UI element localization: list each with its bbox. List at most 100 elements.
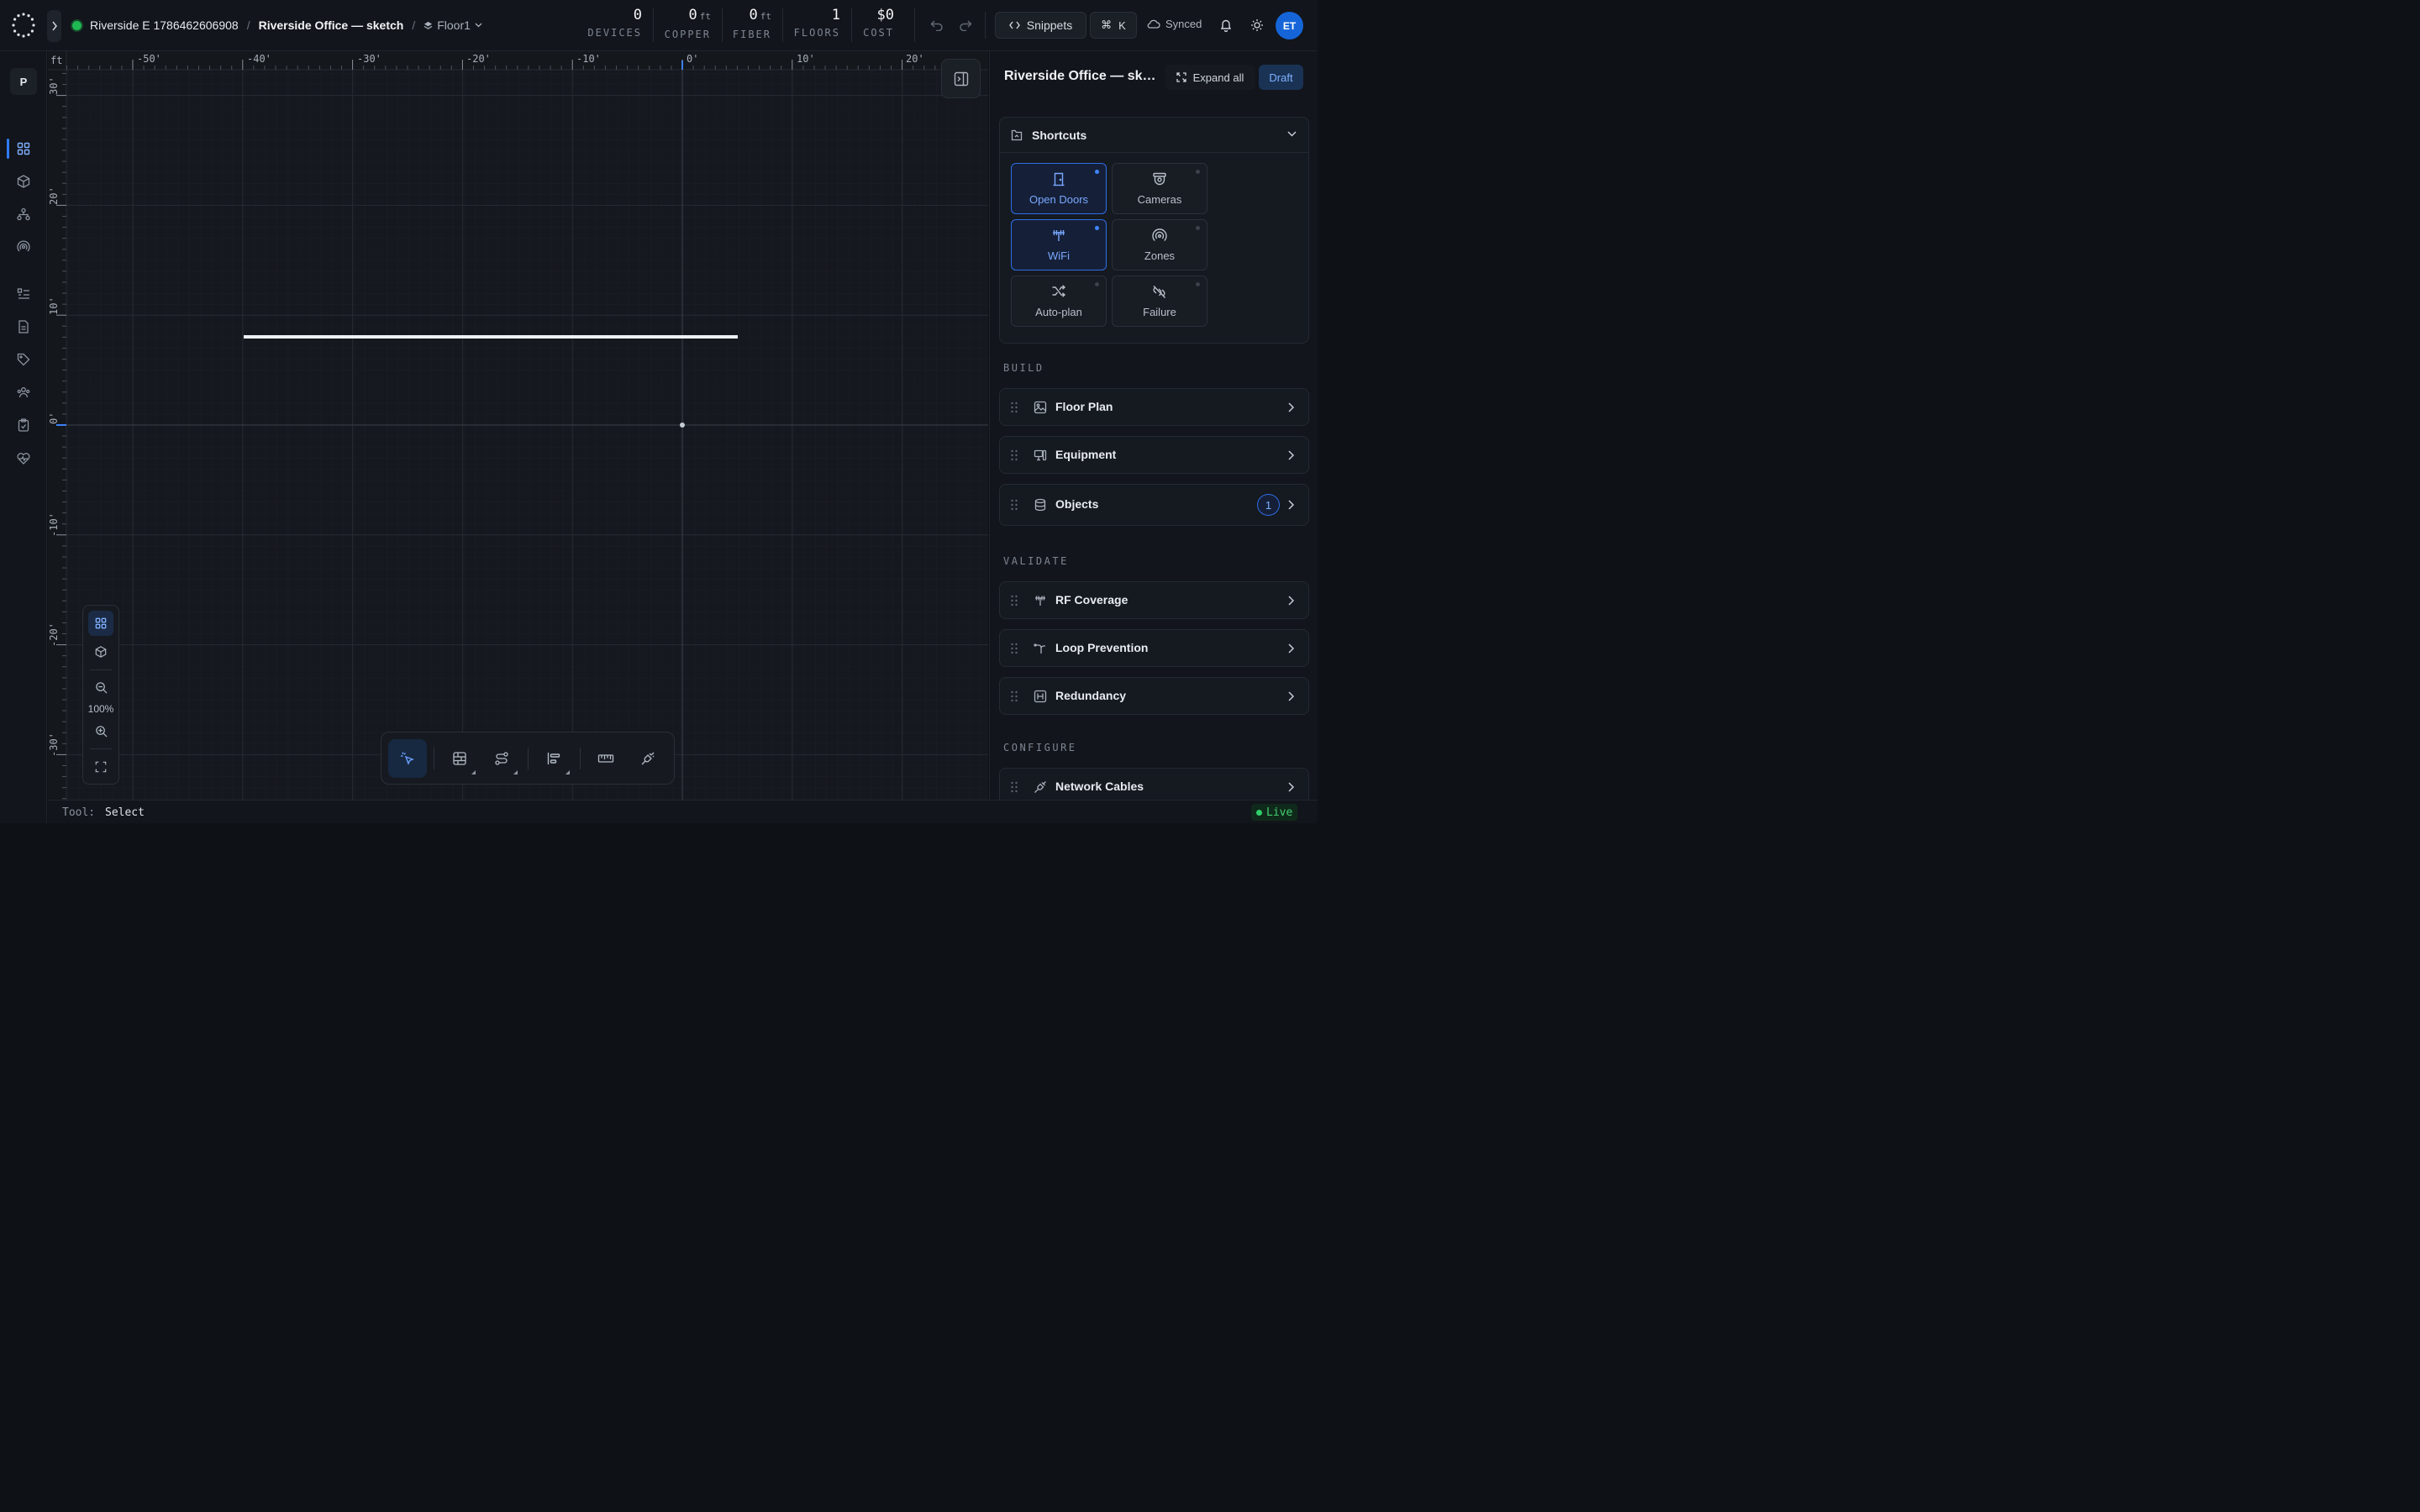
zoom-out-button[interactable] [88, 675, 113, 700]
draft-status-badge[interactable]: Draft [1259, 65, 1303, 90]
section-network-cables[interactable]: Network Cables [999, 768, 1309, 800]
x-tick-label: -30' [357, 53, 381, 65]
section-configure-label: CONFIGURE [1003, 742, 1077, 753]
workspace-badge[interactable]: P [10, 68, 37, 95]
zoom-level: 100% [87, 703, 114, 715]
floor-selector[interactable]: Floor1 [424, 18, 482, 32]
wall-tool-button[interactable] [440, 739, 479, 778]
stat-divider [653, 8, 654, 42]
align-tool-button[interactable] [534, 739, 573, 778]
rail-active-indicator [7, 139, 9, 159]
shortcut-auto-plan[interactable]: Auto-plan [1011, 276, 1107, 327]
undo-button[interactable] [928, 17, 946, 34]
cube-icon [17, 175, 30, 188]
status-bar: Tool: Select Live [48, 800, 1318, 823]
stat-cost-value: $0 [876, 7, 894, 24]
shortcuts-header[interactable]: Shortcuts [1000, 118, 1308, 153]
route-tool-button[interactable] [482, 739, 521, 778]
rail-checklist-button[interactable] [13, 415, 34, 435]
command-palette-button[interactable]: ⌘ K [1090, 12, 1137, 39]
floorplan-canvas[interactable]: -50' -40' -30' -20' -10' 0' 10' 20' 30' … [48, 51, 988, 800]
expand-all-button[interactable]: Expand all [1165, 65, 1255, 90]
section-rf-coverage[interactable]: RF Coverage [999, 581, 1309, 619]
drag-handle-icon[interactable] [1010, 690, 1018, 702]
notifications-button[interactable] [1218, 17, 1234, 34]
section-floor-plan[interactable]: Floor Plan [999, 388, 1309, 426]
shortcut-wifi[interactable]: WiFi [1011, 219, 1107, 270]
rail-health-button[interactable] [13, 448, 34, 468]
section-label: Redundancy [1055, 688, 1127, 702]
drag-handle-icon[interactable] [1010, 781, 1018, 793]
shortcut-open-doors[interactable]: Open Doors [1011, 163, 1107, 214]
drag-handle-icon[interactable] [1010, 402, 1018, 413]
redo-icon [960, 20, 972, 31]
rail-3d-button[interactable] [13, 171, 34, 192]
chevron-right-icon [51, 21, 57, 31]
section-label: Equipment [1055, 447, 1117, 461]
section-objects[interactable]: Objects 1 [999, 484, 1309, 526]
zoom-in-icon [95, 725, 108, 738]
shortcut-zones[interactable]: Zones [1112, 219, 1207, 270]
drag-handle-icon[interactable] [1010, 643, 1018, 654]
shortcut-label: Failure [1143, 306, 1176, 318]
code-icon [1008, 21, 1020, 29]
3d-view-button[interactable] [88, 639, 113, 664]
antenna-icon [1053, 230, 1065, 241]
snippets-button[interactable]: Snippets [995, 12, 1086, 39]
rail-documents-button[interactable] [13, 317, 34, 337]
submenu-indicator [513, 770, 518, 774]
right-panel: Riverside Office — sketch Expand all Dra… [989, 51, 1318, 800]
expand-sidebar-button[interactable] [47, 10, 61, 42]
rail-wireless-button[interactable] [13, 237, 34, 257]
theme-toggle-button[interactable] [1249, 17, 1265, 34]
rail-list-button[interactable] [13, 284, 34, 304]
breadcrumb-project[interactable]: Riverside E 1786462606908 [90, 18, 239, 32]
cursor-icon [401, 752, 414, 765]
y-tick-label: -10' [48, 512, 60, 537]
drag-handle-icon[interactable] [1010, 595, 1018, 606]
section-loop-prevention[interactable]: Loop Prevention [999, 629, 1309, 667]
link-broken-icon [1153, 286, 1166, 298]
app-logo-icon[interactable] [10, 11, 37, 39]
stat-fiber-value: 0 [749, 7, 758, 24]
drag-handle-icon[interactable] [1010, 449, 1018, 461]
shuffle-icon [1052, 285, 1066, 297]
rail-tags-button[interactable] [13, 349, 34, 370]
grid-icon [95, 617, 107, 629]
user-avatar[interactable]: ET [1276, 12, 1303, 39]
list-icon [17, 288, 29, 299]
connect-tool-button[interactable] [629, 739, 667, 778]
section-build-label: BUILD [1003, 362, 1044, 374]
x-tick-label: -20' [466, 53, 491, 65]
shortcuts-icon [1011, 129, 1023, 141]
shortcut-cameras[interactable]: Cameras [1112, 163, 1207, 214]
undo-icon [930, 20, 943, 31]
section-equipment[interactable]: Equipment [999, 436, 1309, 474]
shortcut-failure[interactable]: Failure [1112, 276, 1207, 327]
stat-copper: 0 ft COPPER [662, 7, 711, 40]
submenu-indicator [471, 770, 476, 774]
stat-fiber: 0 ft FIBER [728, 7, 771, 40]
rail-topology-button[interactable] [13, 204, 34, 224]
stat-fiber-label: FIBER [732, 29, 771, 40]
x-tick-label: 20' [906, 53, 924, 65]
cloud-icon [1147, 19, 1160, 29]
fit-to-screen-button[interactable] [88, 754, 113, 780]
zoom-in-button[interactable] [88, 718, 113, 743]
panel-collapse-icon [954, 71, 968, 86]
rail-users-button[interactable] [13, 382, 34, 402]
measure-tool-button[interactable] [587, 739, 625, 778]
health-icon [17, 452, 30, 465]
rail-grid-button[interactable] [13, 139, 34, 159]
submenu-indicator [566, 770, 570, 774]
chevron-down-icon [1287, 131, 1297, 137]
select-tool-button[interactable] [388, 739, 427, 778]
redo-button[interactable] [956, 17, 975, 34]
toggle-panel-button[interactable] [941, 59, 981, 98]
drag-handle-icon[interactable] [1010, 499, 1018, 511]
2d-view-button[interactable] [88, 611, 113, 636]
section-redundancy[interactable]: Redundancy [999, 677, 1309, 715]
stat-divider [782, 8, 783, 42]
breadcrumb-design[interactable]: Riverside Office — sketch [259, 18, 404, 32]
stat-fiber-unit: ft [760, 11, 771, 22]
